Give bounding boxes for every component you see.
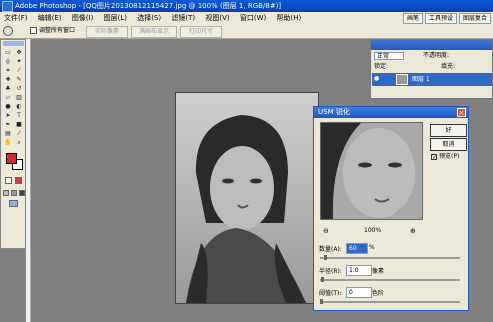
- options-bar: 调整所有窗口 实际像素 满画布显示 打印尺寸: [0, 24, 493, 39]
- layers-panel-header[interactable]: [371, 40, 492, 50]
- threshold-slider-handle[interactable]: [320, 299, 323, 304]
- radius-slider-handle[interactable]: [321, 277, 324, 282]
- toolbox: ▭ ✥ ϙ ✦ ⌗ ⁄ ✚ ✎ ♣ ↺ ▱ ▥ ● ◐ ➤ T ✒ ■ ▤ ⁄ …: [0, 39, 26, 249]
- eye-icon[interactable]: ●: [374, 76, 380, 82]
- radius-input[interactable]: 1.0: [346, 265, 372, 276]
- layer-row[interactable]: ● 图层 1: [372, 73, 492, 86]
- zoom-level: 100%: [364, 227, 382, 234]
- zoom-out-icon[interactable]: ⊖: [323, 227, 329, 235]
- layer-thumbnail: [396, 74, 408, 85]
- close-icon[interactable]: ×: [457, 108, 466, 117]
- lock-label: 锁定:: [374, 63, 389, 70]
- radius-slider[interactable]: [320, 277, 460, 282]
- screen-mode-full-icon[interactable]: [19, 190, 25, 196]
- standard-mode-icon[interactable]: [5, 177, 12, 184]
- dialog-title-bar[interactable]: USM 锐化 ×: [314, 107, 468, 118]
- screen-mode-full-menu-icon[interactable]: [11, 190, 17, 196]
- menu-file[interactable]: 文件(F): [0, 12, 32, 24]
- quick-mask-icon[interactable]: [15, 177, 22, 184]
- opacity-label: 不透明度:: [423, 52, 450, 59]
- unsharp-mask-dialog: USM 锐化 × ⊖ 100% ⊕ 好 取消 ✓ 预览(P) 数量(A): 60…: [313, 106, 469, 311]
- path-select-icon[interactable]: ➤: [4, 112, 12, 119]
- amount-slider-handle[interactable]: [324, 255, 327, 260]
- tab-layer-comps[interactable]: 图层复合: [458, 12, 491, 24]
- preview-label: 预览(P): [439, 153, 460, 160]
- threshold-unit: 色阶: [372, 290, 385, 297]
- workspace-tabs: 画笔 工具预设 图层复合: [401, 12, 491, 24]
- crop-tool-icon[interactable]: ⌗: [4, 67, 12, 74]
- resize-windows-checkbox[interactable]: [30, 27, 37, 34]
- shape-tool-icon[interactable]: ■: [15, 121, 23, 128]
- menu-window[interactable]: 窗口(W): [236, 12, 270, 24]
- screen-mode-standard-icon[interactable]: [3, 190, 9, 196]
- dodge-tool-icon[interactable]: ◐: [15, 103, 23, 110]
- gradient-tool-icon[interactable]: ▥: [15, 94, 23, 101]
- preview-image: [321, 123, 422, 219]
- zoom-tool-small-icon[interactable]: ⌕: [15, 139, 23, 146]
- move-tool-icon[interactable]: ✥: [15, 49, 23, 56]
- zoom-in-icon[interactable]: ⊕: [410, 227, 416, 235]
- eyedropper-icon[interactable]: ⁄: [15, 130, 23, 137]
- notes-tool-icon[interactable]: ▤: [4, 130, 12, 137]
- eraser-tool-icon[interactable]: ▱: [4, 94, 12, 101]
- dialog-title: USM 锐化: [318, 108, 350, 116]
- blend-mode-select[interactable]: 正常: [374, 52, 404, 60]
- hand-tool-icon[interactable]: ✋: [4, 139, 12, 146]
- pen-tool-icon[interactable]: ✒: [4, 121, 12, 128]
- fit-screen-button[interactable]: 满画布显示: [131, 26, 177, 38]
- menu-view[interactable]: 视图(V): [201, 12, 233, 24]
- magic-wand-icon[interactable]: ✦: [15, 58, 23, 65]
- menu-layer[interactable]: 图层(L): [100, 12, 131, 24]
- title-bar: Adobe Photoshop - [QQ图片20130812115427.jp…: [0, 0, 493, 12]
- history-brush-icon[interactable]: ↺: [15, 85, 23, 92]
- photoshop-icon: [2, 0, 13, 12]
- actual-pixels-button[interactable]: 实际像素: [86, 26, 128, 38]
- threshold-slider[interactable]: [320, 299, 460, 304]
- menu-edit[interactable]: 编辑(E): [34, 12, 66, 24]
- app-name: Adobe Photoshop -: [15, 2, 84, 10]
- tab-brushes[interactable]: 画笔: [402, 12, 423, 24]
- vertical-ruler: [26, 39, 31, 322]
- type-tool-icon[interactable]: T: [15, 112, 23, 119]
- threshold-label: 阈值(T):: [319, 290, 342, 297]
- menu-filter[interactable]: 滤镜(T): [167, 12, 199, 24]
- preview-checkbox[interactable]: ✓: [431, 154, 437, 161]
- menu-image[interactable]: 图像(I): [68, 12, 98, 24]
- amount-label: 数量(A):: [319, 246, 342, 253]
- menu-help[interactable]: 帮助(H): [272, 12, 305, 24]
- amount-slider[interactable]: [320, 255, 460, 260]
- radius-label: 半径(R):: [319, 268, 342, 275]
- ok-button[interactable]: 好: [430, 124, 467, 137]
- amount-input[interactable]: 60: [346, 243, 368, 254]
- threshold-input[interactable]: 0: [346, 287, 372, 298]
- layer-name: 图层 1: [412, 76, 430, 83]
- cancel-button[interactable]: 取消: [430, 138, 467, 151]
- radius-unit: 像素: [372, 268, 385, 275]
- fill-label: 填充:: [441, 63, 456, 70]
- marquee-tool-icon[interactable]: ▭: [4, 49, 12, 56]
- print-size-button[interactable]: 打印尺寸: [180, 26, 222, 38]
- zoom-tool-icon[interactable]: [3, 26, 13, 36]
- lasso-tool-icon[interactable]: ϙ: [4, 58, 12, 65]
- imageready-jump-icon[interactable]: [9, 200, 18, 207]
- menu-bar: 文件(F) 编辑(E) 图像(I) 图层(L) 选择(S) 滤镜(T) 视图(V…: [0, 12, 493, 24]
- resize-windows-label: 调整所有窗口: [39, 27, 76, 34]
- healing-brush-icon[interactable]: ✚: [4, 76, 12, 83]
- slice-tool-icon[interactable]: ⁄: [15, 67, 23, 74]
- tab-tool-presets[interactable]: 工具预设: [424, 12, 457, 24]
- amount-unit: %: [369, 244, 375, 251]
- layers-panel: 正常 不透明度: 锁定: 填充: ● 图层 1: [370, 39, 493, 99]
- toolbox-grip[interactable]: [3, 41, 24, 46]
- foreground-color-swatch[interactable]: [6, 153, 17, 164]
- stamp-tool-icon[interactable]: ♣: [4, 85, 12, 92]
- document-title: [QQ图片20130812115427.jpg @ 100% (图层 1, RG…: [83, 2, 282, 10]
- blur-tool-icon[interactable]: ●: [4, 103, 12, 110]
- document-canvas[interactable]: [175, 92, 319, 304]
- menu-select[interactable]: 选择(S): [133, 12, 165, 24]
- portrait-photo: [176, 93, 318, 303]
- preview-window[interactable]: [320, 122, 423, 220]
- brush-tool-icon[interactable]: ✎: [15, 76, 23, 83]
